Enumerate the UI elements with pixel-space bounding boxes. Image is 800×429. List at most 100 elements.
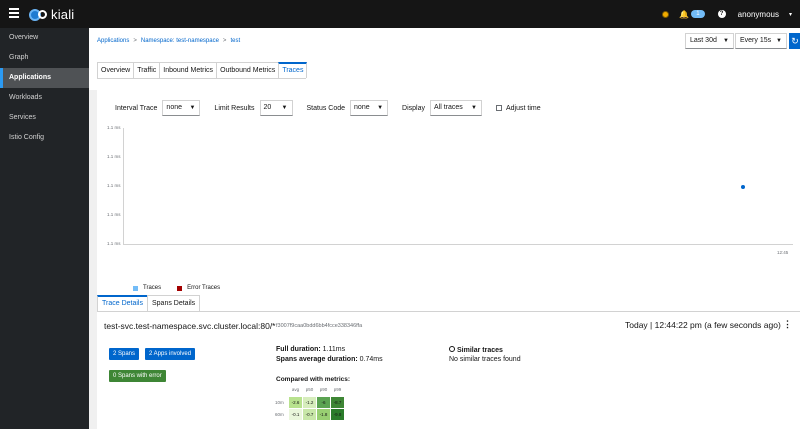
spans-with-error-badge[interactable]: 0 Spans with error [109, 370, 166, 382]
status-code-label: Status Code [306, 104, 346, 112]
tab-spans-details[interactable]: Spans Details [146, 295, 201, 311]
masthead-tools: 🔔 1 ? anonymous ▾ [662, 0, 800, 28]
heatmap-cell: -0.7 [303, 409, 316, 420]
caret-down-icon: ▼ [723, 38, 729, 44]
full-duration: Full duration: 1.11ms [276, 346, 345, 353]
x-axis [123, 244, 793, 245]
interval-value: none [166, 104, 182, 111]
sidebar-item-istio-config[interactable]: Istio Config [0, 128, 89, 148]
legend-error-traces[interactable]: Error Traces [187, 285, 220, 291]
status-code-value: none [354, 104, 370, 111]
page-header: Applications > Namespace: test-namespace… [89, 28, 800, 90]
compared-with-metrics-title: Compared with metrics: [276, 376, 351, 383]
breadcrumb-app[interactable]: test [230, 38, 240, 44]
tab-trace-details[interactable]: Trace Details [97, 295, 148, 311]
similar-traces-text: No similar traces found [449, 356, 521, 363]
interval-label: Interval Trace [115, 104, 158, 112]
clock-icon [449, 346, 455, 352]
chevron-down-icon[interactable]: ▾ [789, 11, 792, 18]
breadcrumb-separator: > [133, 38, 137, 44]
breadcrumb-applications[interactable]: Applications [97, 38, 129, 44]
heatmap-cell: -1.8 [317, 409, 330, 420]
heatmap-cell: -0.1 [289, 409, 302, 420]
sidebar-item-applications[interactable]: Applications [0, 68, 89, 88]
tab-traces[interactable]: Traces [278, 62, 308, 78]
spans-badge[interactable]: 2 Spans [109, 348, 140, 360]
caret-down-icon: ▼ [776, 38, 782, 44]
limit-value: 20 [263, 104, 272, 111]
user-menu[interactable]: anonymous [738, 10, 779, 19]
refresh-button[interactable]: ↻ [789, 33, 800, 49]
tab-inbound-metrics[interactable]: Inbound Metrics [159, 62, 218, 78]
sidebar-item-workloads[interactable]: Workloads [0, 88, 89, 108]
y-tick-label: 1.1 ms [107, 212, 121, 217]
duration-value: Last 30d [690, 37, 717, 44]
chart-legend: Traces Error Traces [133, 285, 220, 291]
limit-label: Limit Results [214, 104, 255, 112]
spans-average-label: Spans average duration: [276, 356, 358, 363]
kiali-logo[interactable]: kiali [29, 7, 74, 22]
traces-scatter-chart: 1.1 ms 1.1 ms 1.1 ms 1.1 ms 1.1 ms 12:45 [97, 125, 800, 260]
refresh-interval-value: Every 15s [740, 37, 772, 44]
app-tabs: Overview Traffic Inbound Metrics Outboun… [97, 62, 308, 79]
heatmap-cell: -8.7 [331, 397, 344, 408]
logo-circle-white [38, 10, 47, 19]
traces-panel: Interval Trace none ▼ Limit Results 20 ▼ S… [97, 90, 800, 297]
y-tick-label: 1.1 ms [107, 241, 121, 246]
hamburger-icon[interactable] [9, 8, 19, 18]
adjust-time-label: Adjust time [505, 104, 541, 112]
notification-badge[interactable]: 1 [691, 10, 705, 18]
refresh-interval-select[interactable]: Every 15s ▼ [735, 33, 787, 49]
duration-select[interactable]: Last 30d ▼ [685, 33, 734, 49]
heatmap-row-label: 60m [275, 412, 284, 417]
full-duration-value: 1.11ms [322, 346, 346, 353]
trace-point[interactable] [741, 185, 745, 189]
y-axis [123, 128, 124, 244]
similar-traces-title-text: Similar traces [457, 347, 503, 354]
caret-down-icon: ▼ [377, 105, 384, 111]
tab-traffic[interactable]: Traffic [133, 62, 161, 78]
heatmap-column-label: avg [291, 387, 300, 392]
bell-icon[interactable]: 🔔 [679, 10, 689, 19]
spans-average-value: 0.74ms [359, 356, 383, 363]
heatmap-row-label: 10m [275, 400, 284, 405]
refresh-icon: ↻ [791, 36, 799, 46]
similar-traces-title: Similar traces [449, 346, 503, 354]
metrics-heatmap: avg p50 p90 p99 10m -2.6 -1.2 -6 -8.7 60m -0.1 -0.7… [275, 387, 355, 429]
spans-average-duration: Spans average duration: 0.74ms [276, 356, 383, 363]
main-content: Applications > Namespace: test-namespace… [89, 28, 800, 429]
adjust-time-checkbox[interactable] [495, 105, 502, 111]
kebab-menu-icon[interactable]: ⋮ [783, 319, 792, 330]
y-tick-label: 1.1 ms [107, 183, 121, 188]
display-select[interactable]: All traces ▼ [429, 100, 482, 116]
legend-traces[interactable]: Traces [143, 285, 161, 291]
help-icon[interactable]: ? [717, 10, 726, 18]
tab-outbound-metrics[interactable]: Outbound Metrics [216, 62, 280, 78]
sidebar-item-services[interactable]: Services [0, 108, 89, 128]
trace-id: f3007f9caa0bdd6bb4fcce338346ffa [276, 323, 363, 329]
trace-filters: Interval Trace none ▼ Limit Results 20 ▼ S… [115, 100, 541, 116]
legend-swatch-traces [133, 285, 138, 291]
trace-details-panel: Trace Details Spans Details test-svc.tes… [97, 295, 800, 429]
tab-overview[interactable]: Overview [97, 62, 135, 78]
status-icon[interactable] [662, 10, 670, 18]
interval-select[interactable]: none ▼ [162, 100, 201, 116]
breadcrumb-namespace[interactable]: Namespace: test-namespace [141, 38, 219, 44]
display-label: Display [402, 104, 425, 112]
sidebar-item-overview[interactable]: Overview [0, 28, 89, 48]
y-tick-label: 1.1 ms [107, 125, 121, 130]
details-tabs: Trace Details Spans Details [97, 295, 800, 312]
sidebar: Overview Graph Applications Workloads Se… [0, 28, 89, 429]
limit-select[interactable]: 20 ▼ [259, 100, 293, 116]
heatmap-column-label: p50 [305, 387, 314, 392]
masthead: kiali 🔔 1 ? anonymous ▾ [0, 0, 800, 28]
apps-involved-badge[interactable]: 2 Apps involved [145, 348, 196, 360]
sidebar-item-graph[interactable]: Graph [0, 48, 89, 68]
breadcrumb-separator: > [222, 38, 227, 44]
status-code-select[interactable]: none ▼ [350, 100, 389, 116]
heatmap-column-label: p99 [333, 387, 342, 392]
full-duration-label: Full duration: [276, 346, 321, 353]
heatmap-cell: -6 [317, 397, 330, 408]
trace-name: test-svc.test-namespace.svc.cluster.loca… [104, 321, 276, 331]
display-value: All traces [433, 104, 463, 111]
